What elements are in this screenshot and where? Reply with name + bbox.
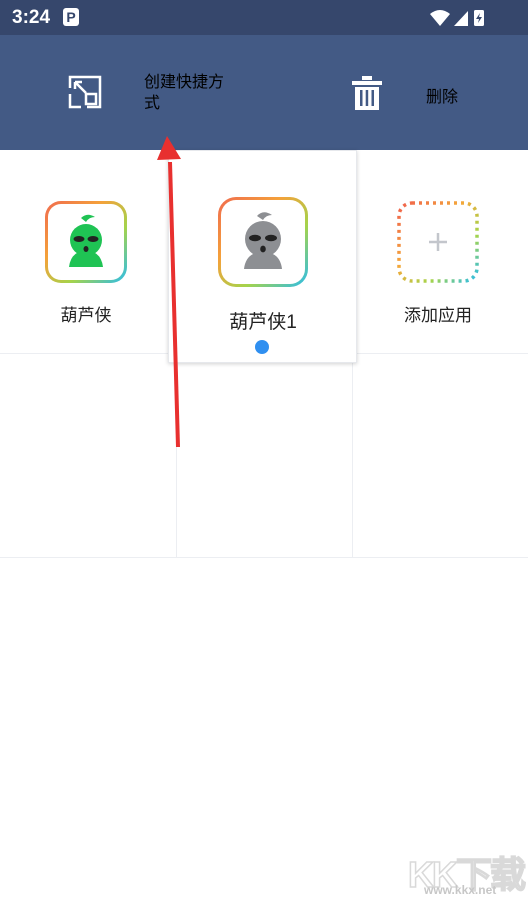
status-bar: 3:24 P [0,0,528,35]
wifi-icon [430,10,450,26]
add-app-icon [397,201,479,283]
delete-label: 删除 [426,89,459,106]
huluxia-gray-icon [218,197,308,287]
status-icons [430,10,484,26]
grid-divider [176,363,177,557]
create-shortcut-icon [68,75,102,109]
p-icon: P [63,8,79,26]
watermark-url: www.kkx.net [424,883,497,897]
app-label: 葫芦侠1 [229,312,297,333]
trash-icon [352,76,382,110]
status-time: 3:24 [12,7,51,28]
app-label: 葫芦侠 [60,306,112,325]
app-label: 添加应用 [404,306,472,325]
selection-dot [255,340,269,354]
create-shortcut-label: 创建快捷方式 [144,74,225,112]
huluxia-green-icon [45,201,127,283]
grid-divider [0,557,528,558]
cellular-signal-icon [454,11,468,26]
